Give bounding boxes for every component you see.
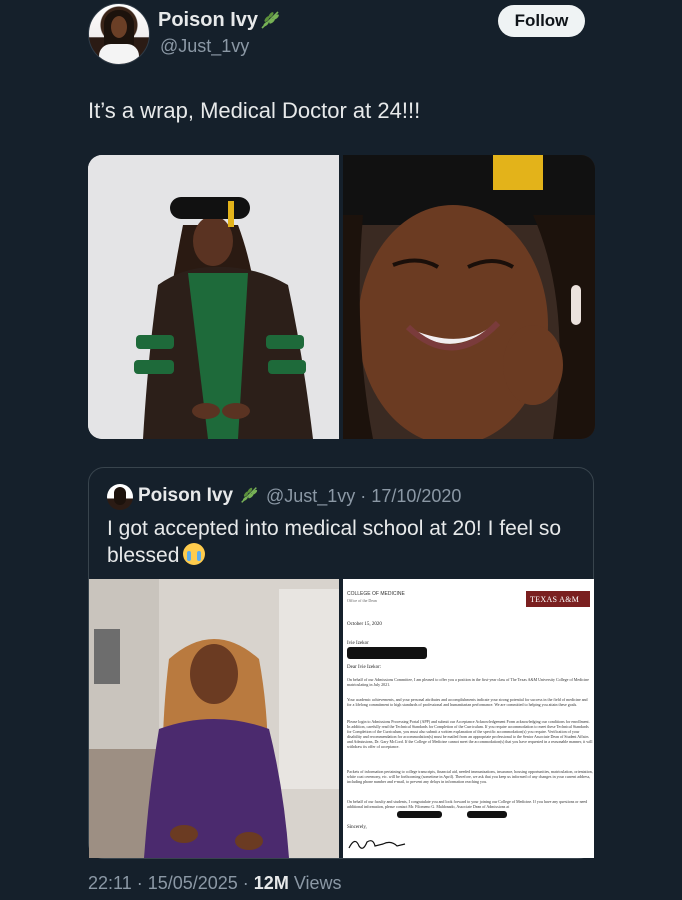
letter-subheader: Office of the Dean [347,598,377,603]
quoted-tweet-text: I got accepted into medical school at 20… [107,515,577,569]
quoted-author-avatar[interactable] [107,484,133,510]
graduation-photo-closeup[interactable] [343,155,595,439]
texas-am-logo: TEXAS A&M [526,591,590,607]
letter-paragraph-5: On behalf of our faculty and students, I… [347,799,588,809]
quoted-author-name[interactable]: Poison Ivy [138,485,233,507]
graduate-illustration [88,155,339,439]
author-display-name[interactable]: Poison Ivy [158,9,258,32]
views-label: Views [288,873,342,893]
letter-date: October 15, 2020 [347,622,382,627]
redacted-address [347,647,427,659]
redacted-email-2 [467,811,507,818]
tweet-timestamp[interactable]: 22:11 · 15/05/2025 · 12M Views [88,873,342,894]
author-handle[interactable]: @Just_1vy [160,36,249,57]
letter-paragraph-3: Please login to Admissions Processing Po… [347,719,593,749]
author-avatar[interactable] [88,3,150,65]
letter-greeting: Dear Ivie Izekor: [347,665,382,670]
smiling-graduate-illustration [343,155,595,439]
quoted-text-body: I got accepted into medical school at 20… [107,517,562,567]
views-count: 12M [253,873,289,893]
selfie-illustration [89,579,339,858]
herb-leaf-icon [261,11,279,29]
time-date: 22:11 · 15/05/2025 · [88,873,254,893]
signature-icon [348,840,406,849]
acceptance-letter-image[interactable]: COLLEGE OF MEDICINE Office of the Dean T… [343,579,594,858]
letter-closing: Sincerely, [347,825,367,830]
letter-header: COLLEGE OF MEDICINE [347,591,405,597]
graduation-photo-full[interactable] [88,155,339,439]
letter-paragraph-4: Packets of information pertaining to col… [347,769,593,784]
quoted-selfie-photo[interactable] [89,579,339,858]
letter-paragraph-1: On behalf of our Admissions Committee, I… [347,677,589,687]
tweet-text: It’s a wrap, Medical Doctor at 24!!! [88,98,421,123]
letter-paragraph-2: Your academic achievements, and your per… [347,697,588,707]
loudly-crying-face-icon [183,543,206,565]
quoted-handle-date: @Just_1vy · 17/10/2020 [266,486,462,506]
herb-leaf-icon [241,487,258,503]
follow-button[interactable]: Follow [498,5,585,37]
redacted-email [397,811,442,818]
